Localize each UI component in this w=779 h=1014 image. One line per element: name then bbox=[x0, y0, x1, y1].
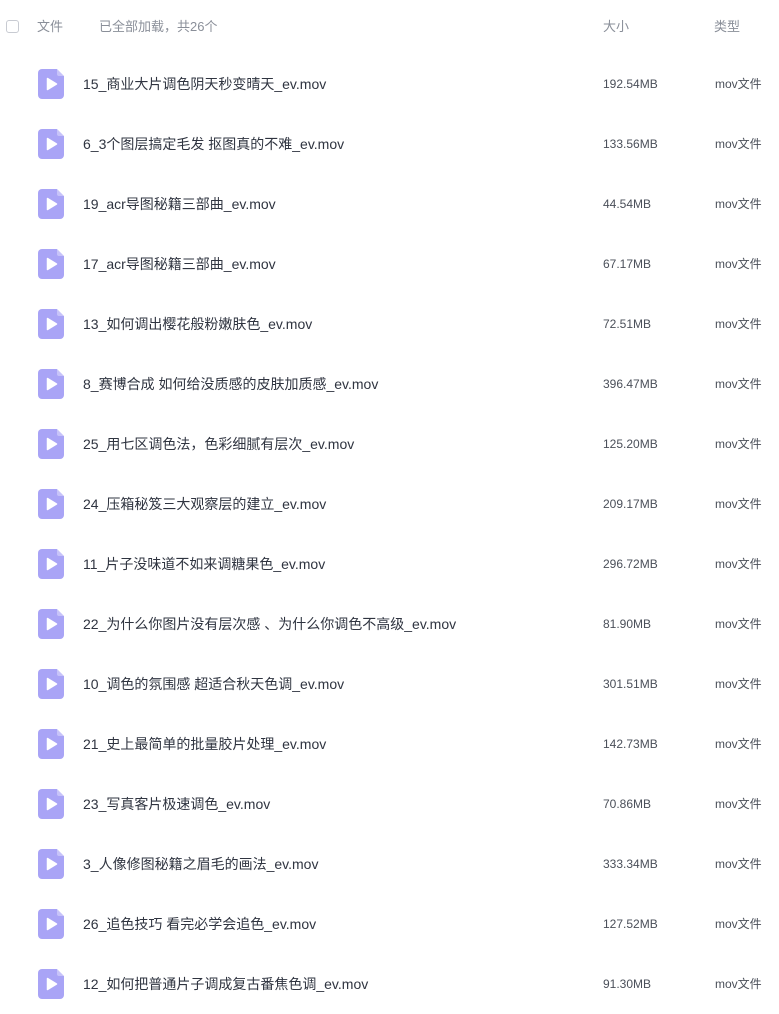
file-name[interactable]: 22_为什么你图片没有层次感 、为什么你调色不高级_ev.mov bbox=[83, 616, 456, 632]
video-file-icon bbox=[38, 609, 64, 639]
file-row[interactable]: 12_如何把普通片子调成复古番焦色调_ev.mov 91.30MB mov文件 bbox=[0, 954, 779, 1014]
video-file-icon bbox=[38, 669, 64, 699]
file-size: 127.52MB bbox=[603, 917, 658, 931]
file-name[interactable]: 6_3个图层搞定毛发 抠图真的不难_ev.mov bbox=[83, 136, 344, 152]
file-size: 72.51MB bbox=[603, 317, 652, 331]
file-row[interactable]: 3_人像修图秘籍之眉毛的画法_ev.mov 333.34MB mov文件 bbox=[0, 834, 779, 894]
file-type: mov文件 bbox=[715, 617, 762, 631]
file-row[interactable]: 15_商业大片调色阴天秒变晴天_ev.mov 192.54MB mov文件 bbox=[0, 54, 779, 114]
video-file-icon bbox=[38, 729, 64, 759]
file-row[interactable]: 24_压箱秘笈三大观察层的建立_ev.mov 209.17MB mov文件 bbox=[0, 474, 779, 534]
file-type: mov文件 bbox=[715, 977, 762, 991]
file-type: mov文件 bbox=[715, 77, 762, 91]
file-row[interactable]: 8_赛博合成 如何给没质感的皮肤加质感_ev.mov 396.47MB mov文件 bbox=[0, 354, 779, 414]
file-type: mov文件 bbox=[715, 797, 762, 811]
video-file-icon bbox=[38, 849, 64, 879]
file-size: 44.54MB bbox=[603, 197, 652, 211]
file-row[interactable]: 26_追色技巧 看完必学会追色_ev.mov 127.52MB mov文件 bbox=[0, 894, 779, 954]
file-name[interactable]: 24_压箱秘笈三大观察层的建立_ev.mov bbox=[83, 496, 326, 512]
video-file-icon bbox=[38, 249, 64, 279]
file-size: 296.72MB bbox=[603, 557, 658, 571]
file-name[interactable]: 26_追色技巧 看完必学会追色_ev.mov bbox=[83, 916, 316, 932]
file-type: mov文件 bbox=[715, 197, 762, 211]
video-file-icon bbox=[38, 429, 64, 459]
video-file-icon bbox=[38, 969, 64, 999]
file-type: mov文件 bbox=[715, 857, 762, 871]
file-size: 67.17MB bbox=[603, 257, 652, 271]
file-size: 209.17MB bbox=[603, 497, 658, 511]
file-row[interactable]: 21_史上最简单的批量胶片处理_ev.mov 142.73MB mov文件 bbox=[0, 714, 779, 774]
file-row[interactable]: 23_写真客片极速调色_ev.mov 70.86MB mov文件 bbox=[0, 774, 779, 834]
file-row[interactable]: 6_3个图层搞定毛发 抠图真的不难_ev.mov 133.56MB mov文件 bbox=[0, 114, 779, 174]
file-size: 333.34MB bbox=[603, 857, 658, 871]
file-name[interactable]: 19_acr导图秘籍三部曲_ev.mov bbox=[83, 196, 276, 212]
file-row[interactable]: 19_acr导图秘籍三部曲_ev.mov 44.54MB mov文件 bbox=[0, 174, 779, 234]
file-row[interactable]: 13_如何调出樱花般粉嫩肤色_ev.mov 72.51MB mov文件 bbox=[0, 294, 779, 354]
video-file-icon bbox=[38, 549, 64, 579]
file-name[interactable]: 15_商业大片调色阴天秒变晴天_ev.mov bbox=[83, 76, 326, 92]
video-file-icon bbox=[38, 489, 64, 519]
file-size: 70.86MB bbox=[603, 797, 652, 811]
video-file-icon bbox=[38, 369, 64, 399]
file-size: 133.56MB bbox=[603, 137, 658, 151]
file-type: mov文件 bbox=[715, 137, 762, 151]
load-status-text: 已全部加载，共26个 bbox=[99, 19, 218, 34]
file-size: 396.47MB bbox=[603, 377, 658, 391]
file-name[interactable]: 10_调色的氛围感 超适合秋天色调_ev.mov bbox=[83, 676, 344, 692]
select-all-checkbox[interactable] bbox=[6, 20, 19, 33]
video-file-icon bbox=[38, 909, 64, 939]
file-size: 91.30MB bbox=[603, 977, 652, 991]
file-type: mov文件 bbox=[715, 377, 762, 391]
file-type: mov文件 bbox=[715, 497, 762, 511]
file-type: mov文件 bbox=[715, 737, 762, 751]
file-row[interactable]: 25_用七区调色法，色彩细腻有层次_ev.mov 125.20MB mov文件 bbox=[0, 414, 779, 474]
video-file-icon bbox=[38, 129, 64, 159]
file-size: 81.90MB bbox=[603, 617, 652, 631]
file-name[interactable]: 8_赛博合成 如何给没质感的皮肤加质感_ev.mov bbox=[83, 376, 378, 392]
video-file-icon bbox=[38, 309, 64, 339]
file-size: 142.73MB bbox=[603, 737, 658, 751]
video-file-icon bbox=[38, 189, 64, 219]
file-name[interactable]: 3_人像修图秘籍之眉毛的画法_ev.mov bbox=[83, 856, 318, 872]
file-size: 301.51MB bbox=[603, 677, 658, 691]
video-file-icon bbox=[38, 789, 64, 819]
file-list-header: 文件 已全部加载，共26个 大小 类型 bbox=[0, 0, 779, 56]
column-header-type[interactable]: 类型 bbox=[714, 19, 740, 35]
file-row[interactable]: 22_为什么你图片没有层次感 、为什么你调色不高级_ev.mov 81.90MB m… bbox=[0, 594, 779, 654]
file-name[interactable]: 21_史上最简单的批量胶片处理_ev.mov bbox=[83, 736, 326, 752]
file-list: 15_商业大片调色阴天秒变晴天_ev.mov 192.54MB mov文件 6_3个图… bbox=[0, 54, 779, 1014]
file-name[interactable]: 17_acr导图秘籍三部曲_ev.mov bbox=[83, 256, 276, 272]
file-name[interactable]: 25_用七区调色法，色彩细腻有层次_ev.mov bbox=[83, 436, 354, 452]
file-name[interactable]: 23_写真客片极速调色_ev.mov bbox=[83, 796, 270, 812]
column-header-name[interactable]: 文件 bbox=[37, 19, 63, 35]
column-header-size[interactable]: 大小 bbox=[603, 19, 629, 35]
file-type: mov文件 bbox=[715, 317, 762, 331]
file-name[interactable]: 12_如何把普通片子调成复古番焦色调_ev.mov bbox=[83, 976, 368, 992]
file-type: mov文件 bbox=[715, 917, 762, 931]
file-size: 192.54MB bbox=[603, 77, 658, 91]
video-file-icon bbox=[38, 69, 64, 99]
file-row[interactable]: 11_片子没味道不如来调糖果色_ev.mov 296.72MB mov文件 bbox=[0, 534, 779, 594]
file-size: 125.20MB bbox=[603, 437, 658, 451]
file-type: mov文件 bbox=[715, 557, 762, 571]
file-type: mov文件 bbox=[715, 257, 762, 271]
file-name[interactable]: 13_如何调出樱花般粉嫩肤色_ev.mov bbox=[83, 316, 312, 332]
file-row[interactable]: 17_acr导图秘籍三部曲_ev.mov 67.17MB mov文件 bbox=[0, 234, 779, 294]
file-name[interactable]: 11_片子没味道不如来调糖果色_ev.mov bbox=[83, 556, 325, 572]
file-type: mov文件 bbox=[715, 437, 762, 451]
file-row[interactable]: 10_调色的氛围感 超适合秋天色调_ev.mov 301.51MB mov文件 bbox=[0, 654, 779, 714]
file-type: mov文件 bbox=[715, 677, 762, 691]
